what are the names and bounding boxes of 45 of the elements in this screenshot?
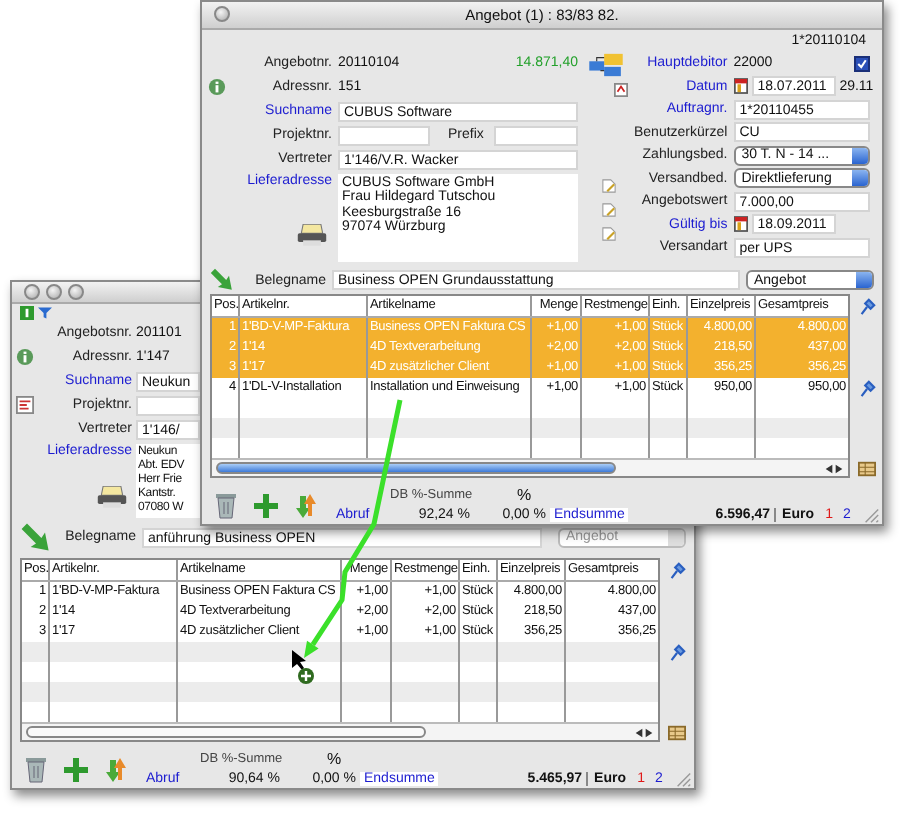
note-icon[interactable] [601, 177, 615, 194]
pin-icon[interactable] [857, 379, 875, 397]
grid-icon[interactable] [857, 460, 875, 478]
info-icon[interactable] [15, 348, 33, 367]
copy-plus-icon [298, 668, 314, 684]
pin-icon[interactable] [857, 298, 875, 316]
plus-icon[interactable] [254, 491, 278, 519]
scroll-arrows-icon[interactable] [824, 463, 844, 473]
info-icon[interactable] [207, 78, 225, 97]
calendar-icon[interactable] [733, 216, 748, 233]
percent-icon: % [326, 750, 342, 768]
stepper-icon [668, 529, 684, 546]
filter-icon[interactable] [38, 305, 52, 320]
printer-icon[interactable] [96, 485, 128, 508]
resize-grip-icon[interactable] [862, 506, 880, 524]
scrollbar[interactable] [22, 722, 658, 740]
percent-icon: % [516, 486, 532, 504]
list-icon[interactable] [15, 396, 33, 415]
document-icon[interactable] [613, 81, 627, 98]
arrow-icon[interactable] [208, 266, 236, 294]
sort-arrows-icon[interactable] [294, 491, 318, 519]
checkbox[interactable] [854, 55, 870, 72]
scrollbar[interactable] [212, 458, 848, 476]
pin-icon[interactable] [667, 562, 685, 580]
printer-icon[interactable] [296, 223, 328, 246]
network-icon[interactable] [586, 51, 626, 78]
stepper-icon [856, 272, 872, 288]
note-icon[interactable] [601, 225, 615, 242]
status-icon[interactable] [20, 305, 34, 320]
resize-grip-icon[interactable] [674, 770, 692, 788]
note-icon[interactable] [601, 201, 615, 218]
window-button[interactable] [214, 6, 230, 23]
text-field[interactable] [338, 125, 430, 146]
trash-icon[interactable] [214, 491, 238, 519]
plus-icon[interactable] [64, 755, 88, 783]
text-field[interactable] [493, 125, 578, 146]
arrow-icon[interactable] [18, 519, 54, 556]
text-field[interactable] [136, 395, 200, 416]
sort-arrows-icon[interactable] [104, 755, 128, 783]
trash-icon[interactable] [24, 755, 48, 783]
calendar-icon[interactable] [733, 78, 748, 95]
grid-icon[interactable] [667, 724, 685, 742]
pin-icon[interactable] [667, 643, 685, 661]
pointer-icon [292, 650, 306, 670]
scroll-arrows-icon[interactable] [634, 727, 654, 737]
